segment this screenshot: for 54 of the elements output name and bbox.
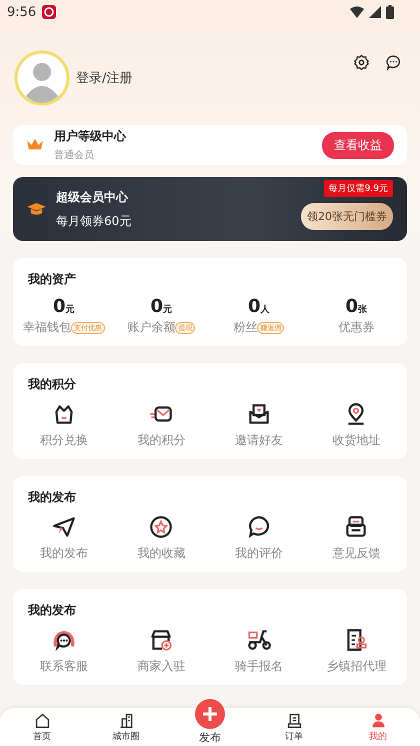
menu-item-label[interactable]: 积分兑换 xyxy=(40,432,88,449)
asset-value: 0人 xyxy=(248,296,270,317)
menu-item-label[interactable]: 骑手报名 xyxy=(234,658,283,675)
price-badge: 每月仅需9.9元 xyxy=(324,180,393,197)
app-notification-icon xyxy=(41,4,58,20)
paper-plane-icon[interactable] xyxy=(50,514,77,540)
signal-icon xyxy=(369,6,381,18)
home-icon[interactable] xyxy=(34,712,50,728)
crown-icon xyxy=(26,138,44,152)
graduation-cap-icon xyxy=(27,202,46,216)
vip-card[interactable]: 超级会员中心 每月领券60元 每月仅需9.9元 领20张无门槛券 xyxy=(13,177,407,241)
tab-label[interactable]: 我的 xyxy=(369,730,387,742)
wifi-icon xyxy=(350,6,364,18)
menu-item-label[interactable]: 我的评价 xyxy=(234,545,283,562)
menu-item-label[interactable]: 乡镇招代理 xyxy=(326,658,386,675)
section-title: 我的积分 xyxy=(26,376,76,393)
login-link[interactable]: 登录/注册 xyxy=(76,69,132,87)
tab-label[interactable]: 首页 xyxy=(33,730,51,742)
chat-icon[interactable] xyxy=(385,54,402,71)
asset-label[interactable]: 账户余额 xyxy=(127,319,176,336)
level-subtitle: 普通会员 xyxy=(54,148,95,162)
receipt-icon[interactable] xyxy=(286,712,302,728)
asset-value: 0张 xyxy=(345,296,368,317)
coupon-button[interactable]: 领20张无门槛券 xyxy=(301,203,393,230)
menu-item-label[interactable]: 邀请好友 xyxy=(234,432,283,449)
status-time: 9:56 xyxy=(7,4,36,20)
section-title: 我的发布 xyxy=(26,489,76,506)
level-card[interactable]: 用户等级中心 普通会员 查看收益 xyxy=(13,125,407,165)
view-earnings-button[interactable]: 查看收益 xyxy=(322,132,394,158)
vip-title: 超级会员中心 xyxy=(56,188,130,206)
vip-subtitle: 每月领券60元 xyxy=(56,212,132,230)
level-title: 用户等级中心 xyxy=(54,128,126,145)
menu-item-label[interactable]: 我的积分 xyxy=(137,432,186,449)
building-icon[interactable] xyxy=(118,712,134,728)
asset-label[interactable]: 优惠券 xyxy=(338,319,374,336)
settings-icon[interactable] xyxy=(353,54,370,71)
menu-item-label[interactable]: 收货地址 xyxy=(332,432,380,449)
menu-item-label[interactable]: 联系客服 xyxy=(40,658,88,675)
tab-label[interactable]: 城市圈 xyxy=(112,730,140,742)
plus-icon[interactable] xyxy=(195,699,225,729)
menu-item-label[interactable]: 商家入驻 xyxy=(137,658,186,675)
menu-item-label[interactable]: 我的发布 xyxy=(40,545,88,562)
asset-value: 0元 xyxy=(150,296,172,317)
person-icon[interactable] xyxy=(370,712,386,728)
asset-value: 0元 xyxy=(52,296,75,317)
menu-item-label[interactable]: 意见反馈 xyxy=(332,545,380,562)
tab-label[interactable]: 发布 xyxy=(199,730,221,745)
asset-label[interactable]: 粉丝 xyxy=(233,319,258,336)
tab-label[interactable]: 订单 xyxy=(285,730,303,742)
section-title: 我的资产 xyxy=(26,271,76,288)
section-title: 我的发布 xyxy=(26,602,76,619)
battery-icon xyxy=(386,5,394,19)
menu-item-label[interactable]: 我的收藏 xyxy=(137,545,186,562)
asset-label[interactable]: 幸福钱包 xyxy=(22,319,71,336)
